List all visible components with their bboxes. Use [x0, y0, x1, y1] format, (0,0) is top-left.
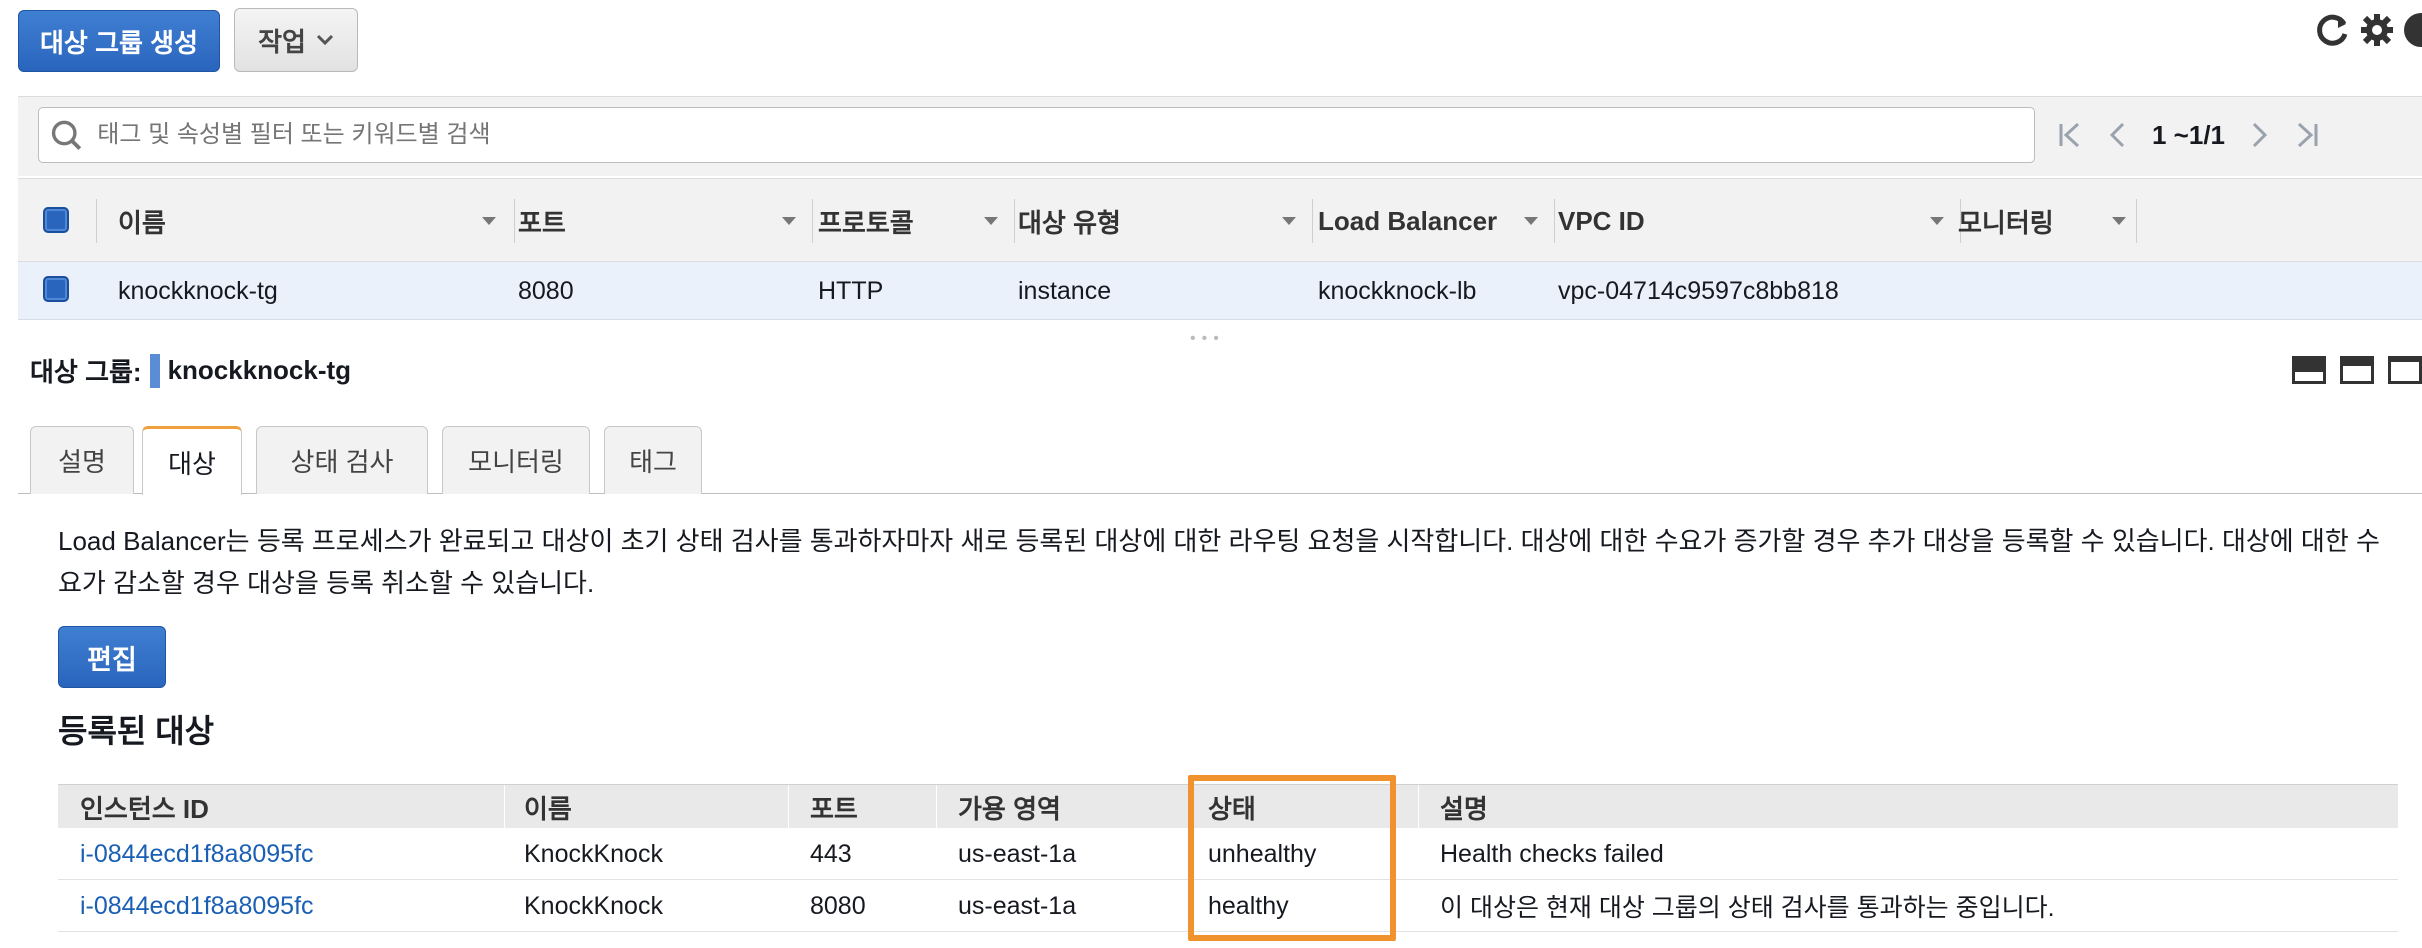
- table-row[interactable]: knockknock-tg 8080 HTTP instance knockkn…: [18, 262, 2422, 320]
- row-name: knockknock-tg: [118, 276, 278, 305]
- detail-target-group-name: knockknock-tg: [167, 355, 352, 385]
- last-page-icon[interactable]: [2295, 120, 2319, 150]
- column-header-monitoring[interactable]: 모니터링: [1958, 179, 2138, 263]
- refresh-icon[interactable]: [2312, 10, 2352, 50]
- column-header-status[interactable]: 상태: [1208, 785, 1256, 829]
- column-header-name[interactable]: 이름: [118, 179, 508, 263]
- gear-icon[interactable]: [2358, 11, 2396, 49]
- tab-tags[interactable]: 태그: [604, 426, 702, 494]
- column-header-description[interactable]: 설명: [1440, 785, 1488, 829]
- column-header-port[interactable]: 포트: [810, 785, 858, 829]
- detail-title: 대상 그룹: knockknock-tg: [30, 352, 351, 389]
- target-description: 이 대상은 현재 대상 그룹의 상태 검사를 통과하는 중입니다.: [1440, 894, 2055, 922]
- target-zone: us-east-1a: [958, 891, 1077, 920]
- filter-bar: 1 ~1/1: [18, 96, 2422, 176]
- search-box[interactable]: [38, 107, 2035, 163]
- actions-dropdown-button[interactable]: 작업: [234, 8, 358, 72]
- panel-layout-controls: [2292, 356, 2422, 384]
- edit-button[interactable]: 편집: [58, 626, 166, 688]
- search-input[interactable]: [97, 121, 2034, 149]
- search-icon: [51, 120, 82, 150]
- column-header-target-type[interactable]: 대상 유형: [1018, 179, 1308, 263]
- target-groups-table-header: 이름 포트 프로토콜 대상 유형 Load Balancer VPC ID 모니…: [18, 178, 2422, 262]
- instance-id-link[interactable]: i-0844ecd1f8a8095fc: [80, 880, 314, 932]
- column-header-name[interactable]: 이름: [524, 785, 572, 829]
- target-status: unhealthy: [1208, 839, 1317, 868]
- pagination: 1 ~1/1: [2058, 107, 2319, 163]
- registered-targets-title: 등록된 대상: [58, 713, 215, 749]
- layout-bottom-icon[interactable]: [2292, 356, 2326, 384]
- create-target-group-button[interactable]: 대상 그룹 생성: [18, 10, 220, 72]
- layout-full-icon[interactable]: [2388, 356, 2422, 384]
- target-port: 443: [810, 839, 852, 868]
- registered-targets-header: 인스턴스 ID 이름 포트 가용 영역 상태 설명: [58, 784, 2398, 829]
- row-checkbox[interactable]: [43, 276, 69, 302]
- row-protocol: HTTP: [818, 276, 884, 305]
- column-header-protocol[interactable]: 프로토콜: [818, 179, 1010, 263]
- row-load-balancer: knockknock-lb: [1318, 276, 1477, 305]
- tab-monitoring[interactable]: 모니터링: [442, 426, 590, 494]
- targets-description: Load Balancer는 등록 프로세스가 완료되고 대상이 초기 상태 검…: [58, 526, 2380, 598]
- prev-page-icon[interactable]: [2108, 120, 2126, 150]
- table-row: i-0844ecd1f8a8095fc KnockKnock 443 us-ea…: [58, 828, 2398, 880]
- row-target-type: instance: [1018, 276, 1112, 305]
- tab-targets[interactable]: 대상: [142, 426, 242, 495]
- chevron-down-icon: [316, 34, 333, 46]
- tab-description[interactable]: 설명: [30, 426, 134, 494]
- select-all-checkbox[interactable]: [43, 207, 69, 233]
- page-count: 1 ~1/1: [2152, 119, 2226, 150]
- instance-id-link[interactable]: i-0844ecd1f8a8095fc: [80, 828, 314, 880]
- column-header-vpc-id[interactable]: VPC ID: [1558, 179, 1956, 263]
- detail-tabs: 설명 대상 상태 검사 모니터링 태그: [18, 426, 2422, 495]
- column-header-instance-id[interactable]: 인스턴스 ID: [80, 785, 209, 829]
- target-description: Health checks failed: [1440, 839, 1664, 868]
- help-icon[interactable]: [2402, 11, 2422, 49]
- target-name: KnockKnock: [524, 891, 663, 920]
- layout-split-icon[interactable]: [2340, 356, 2374, 384]
- column-header-load-balancer[interactable]: Load Balancer: [1318, 179, 1550, 263]
- row-port: 8080: [518, 276, 574, 305]
- target-status: healthy: [1208, 891, 1289, 920]
- selection-marker: [149, 353, 160, 388]
- column-header-availability-zone[interactable]: 가용 영역: [958, 785, 1061, 829]
- target-zone: us-east-1a: [958, 839, 1077, 868]
- row-vpc-id: vpc-04714c9597c8bb818: [1558, 276, 1839, 305]
- detail-label: 대상 그룹:: [30, 357, 142, 387]
- panel-resize-handle[interactable]: •••: [1190, 330, 1225, 348]
- target-port: 8080: [810, 891, 866, 920]
- actions-label: 작업: [258, 26, 306, 57]
- first-page-icon[interactable]: [2058, 120, 2082, 150]
- next-page-icon[interactable]: [2251, 120, 2269, 150]
- column-header-port[interactable]: 포트: [518, 179, 808, 263]
- target-name: KnockKnock: [524, 839, 663, 868]
- table-row: i-0844ecd1f8a8095fc KnockKnock 8080 us-e…: [58, 880, 2398, 932]
- tab-health-check[interactable]: 상태 검사: [256, 426, 428, 494]
